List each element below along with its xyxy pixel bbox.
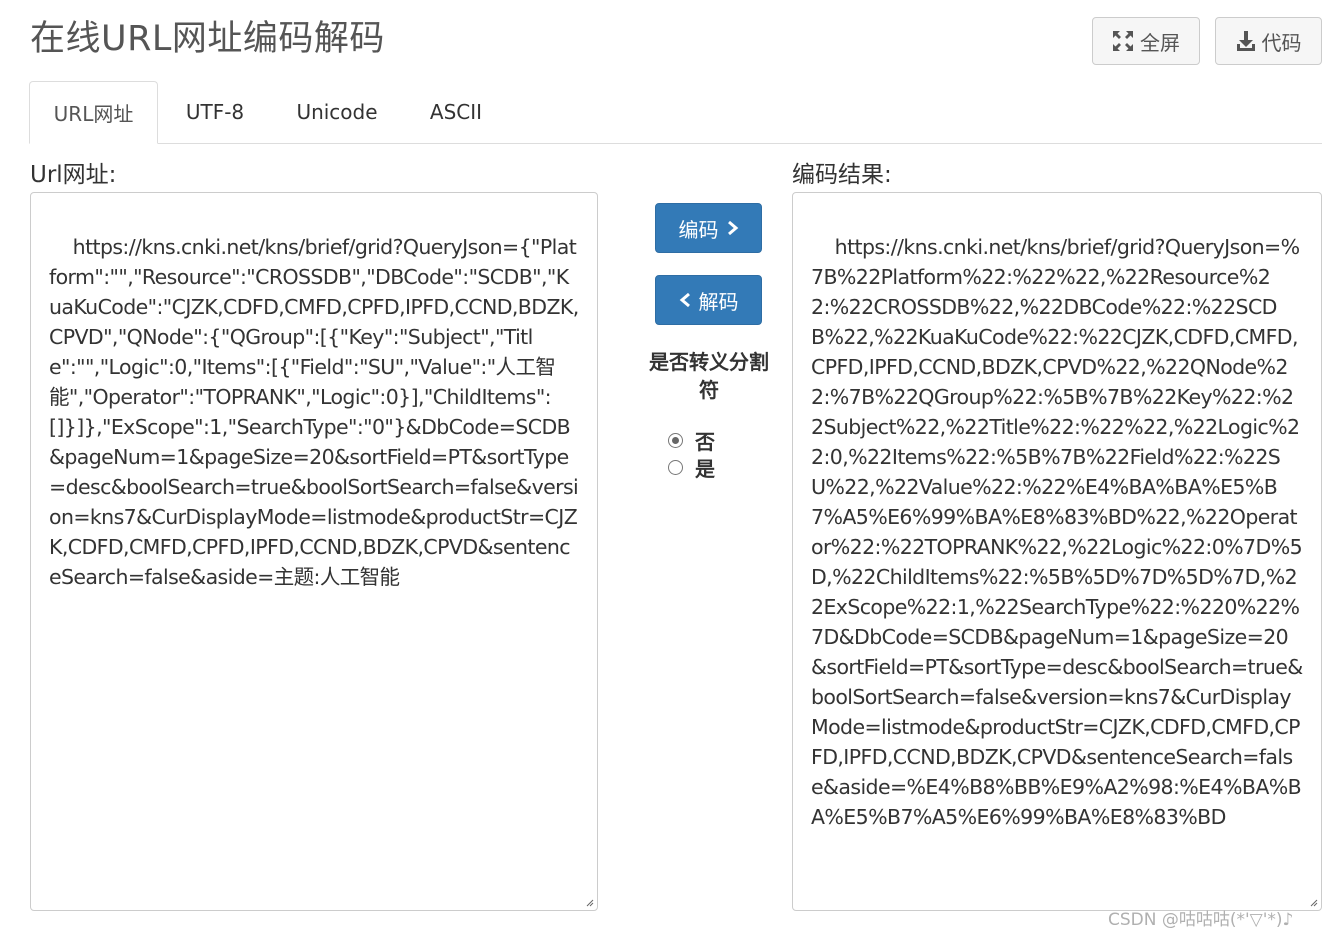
resize-grip-icon[interactable] — [1308, 897, 1318, 907]
page: 在线URL网址编码解码 全屏 代码 URL网址 UTF-8 Unicode AS… — [0, 0, 1339, 937]
chevron-right-icon — [727, 220, 739, 236]
expand-icon — [1112, 30, 1134, 52]
tab-ascii[interactable]: ASCII — [412, 81, 500, 143]
fullscreen-button[interactable]: 全屏 — [1092, 17, 1200, 65]
radio-no-label: 否 — [695, 430, 715, 454]
tab-bar: URL网址 UTF-8 Unicode ASCII — [29, 81, 1322, 144]
tab-utf8[interactable]: UTF-8 — [169, 81, 261, 143]
encoded-result-textarea[interactable]: https://kns.cnki.net/kns/brief/grid?Quer… — [792, 192, 1322, 911]
output-label: 编码结果: — [792, 162, 892, 188]
url-input-textarea[interactable]: https://kns.cnki.net/kns/brief/grid?Quer… — [30, 192, 598, 911]
code-label: 代码 — [1261, 30, 1302, 55]
radio-option-yes[interactable]: 是 — [668, 453, 715, 482]
url-input-text: https://kns.cnki.net/kns/brief/grid?Quer… — [49, 235, 579, 589]
encode-label: 编码 — [678, 217, 719, 242]
encoded-result-text: https://kns.cnki.net/kns/brief/grid?Quer… — [811, 235, 1303, 829]
fullscreen-label: 全屏 — [1140, 30, 1180, 55]
escape-separator-label: 是否转义分割符 — [649, 350, 769, 402]
radio-yes-label: 是 — [695, 457, 715, 481]
tab-url[interactable]: URL网址 — [29, 81, 158, 144]
watermark: CSDN @咕咕咕(*'▽'*)♪ — [1108, 910, 1294, 930]
page-title: 在线URL网址编码解码 — [30, 19, 385, 59]
radio-no-circle[interactable] — [668, 433, 683, 448]
tab-unicode[interactable]: Unicode — [279, 81, 395, 143]
radio-option-no[interactable]: 否 — [668, 426, 715, 455]
decode-label: 解码 — [698, 289, 739, 314]
resize-grip-icon[interactable] — [584, 897, 594, 907]
chevron-left-icon — [679, 292, 691, 308]
download-icon — [1236, 30, 1256, 52]
input-label: Url网址: — [30, 162, 117, 188]
radio-yes-circle[interactable] — [668, 460, 683, 475]
code-download-button[interactable]: 代码 — [1215, 17, 1322, 65]
encode-button[interactable]: 编码 — [655, 203, 762, 253]
decode-button[interactable]: 解码 — [655, 275, 762, 325]
